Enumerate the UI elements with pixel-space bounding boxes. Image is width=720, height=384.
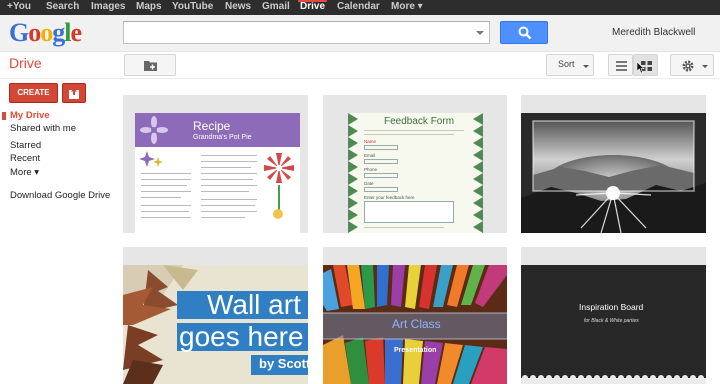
logo-letter: o (40, 18, 53, 47)
file-tile-recipe[interactable]: Recipe Grandma's Pot Pie (123, 95, 308, 233)
gbar-images[interactable]: Images (91, 1, 125, 12)
form-field-box (364, 173, 398, 178)
logo-letter: e (70, 18, 82, 47)
zigzag-border-left (348, 113, 358, 233)
nav-shared-with-me[interactable]: Shared with me (10, 123, 76, 134)
logo-letter: o (28, 18, 41, 47)
upload-icon (69, 88, 79, 99)
account-name[interactable]: Meredith Blackwell (612, 27, 695, 38)
gear-icon (682, 60, 694, 72)
inspiration-title: Inspiration Board (579, 302, 644, 312)
flower-dot (273, 209, 283, 219)
drive-toolbar: Drive Sort (0, 52, 720, 79)
settings-caret-icon (702, 65, 708, 68)
list-view-icon (616, 61, 627, 71)
thumbnail-inspiration-board: Inspiration Board for Black & White part… (521, 265, 706, 384)
zigzag-border-right (473, 113, 483, 233)
star-icon (153, 157, 163, 167)
folder-plus-icon (144, 61, 157, 71)
recipe-title: Recipe (193, 119, 231, 133)
art-class-subtitle: Presentation (394, 347, 437, 354)
art-class-title: Art Class (392, 317, 441, 331)
nav-download-google-drive[interactable]: Download Google Drive (10, 190, 110, 201)
form-field-label: Email (364, 153, 376, 158)
thumbnail-feedback-form: Feedback Form Name Email Phone Date Ente… (348, 113, 483, 233)
sunset-photo (521, 113, 706, 233)
gbar-more[interactable]: More ▾ (391, 1, 423, 12)
gbar-calendar[interactable]: Calendar (337, 1, 380, 12)
thumbnail-art-class: Art Class Presentation (323, 265, 507, 384)
form-textarea-box (364, 201, 454, 223)
search-button[interactable] (500, 21, 548, 44)
nav-recent[interactable]: Recent (10, 153, 40, 164)
nav-starred[interactable]: Starred (10, 140, 41, 151)
sort-label: Sort (558, 59, 575, 69)
active-nav-marker (2, 112, 6, 120)
form-title: Feedback Form (384, 116, 455, 127)
form-field-label: Enter your feedback here (364, 195, 415, 200)
form-field-box (364, 187, 398, 192)
file-tile-photo[interactable] (521, 95, 706, 233)
recipe-subtitle: Grandma's Pot Pie (193, 134, 252, 141)
form-field-box (364, 145, 398, 150)
logo-letter: g (52, 18, 65, 47)
google-logo[interactable]: Google (9, 18, 82, 48)
search-header: Google Meredith Blackwell (0, 15, 720, 52)
thumbnail-photo (521, 113, 706, 233)
gbar-gmail[interactable]: Gmail (262, 1, 290, 12)
search-options-caret-icon[interactable] (476, 31, 484, 35)
wall-art-line3: by Scott (259, 356, 308, 371)
gbar-youtube[interactable]: YouTube (172, 1, 213, 12)
nav-more[interactable]: More ▾ (10, 167, 39, 178)
sort-button[interactable]: Sort (546, 54, 594, 76)
gbar-maps[interactable]: Maps (136, 1, 162, 12)
file-tile-wall-art[interactable]: Wall art goes here by Scott (123, 247, 308, 384)
create-button[interactable]: CREATE (9, 83, 58, 103)
flower-icon (140, 116, 168, 144)
settings-button[interactable] (670, 54, 714, 76)
new-folder-button[interactable] (124, 54, 176, 76)
scalloped-border (521, 375, 706, 384)
file-tile-inspiration-board[interactable]: Inspiration Board for Black & White part… (521, 247, 706, 384)
nav-my-drive[interactable]: My Drive (10, 110, 50, 121)
list-view-button[interactable] (608, 54, 633, 76)
pinwheel-flower-icon (264, 153, 294, 183)
gbar-you[interactable]: +You (7, 1, 31, 12)
sort-caret-icon (583, 65, 589, 68)
thumbnail-wall-art: Wall art goes here by Scott (123, 265, 308, 384)
search-input[interactable] (123, 21, 490, 44)
wall-art-line2: goes here (179, 321, 304, 352)
logo-letter: G (9, 18, 29, 47)
gbar-drive[interactable]: Drive (297, 0, 328, 12)
gbar-news[interactable]: News (225, 1, 251, 12)
mouse-cursor-icon (637, 62, 645, 74)
form-field-label: Name (364, 139, 377, 144)
google-bar: +You Search Images Maps YouTube News Gma… (0, 0, 720, 15)
gbar-search[interactable]: Search (46, 1, 79, 12)
file-tile-feedback-form[interactable]: Feedback Form Name Email Phone Date Ente… (323, 95, 507, 233)
form-field-label: Phone (364, 167, 378, 172)
wall-art-title: Wall art (207, 289, 301, 320)
inspiration-subtitle: for Black & White parties (584, 318, 639, 324)
search-icon (518, 26, 532, 40)
app-title[interactable]: Drive (9, 55, 42, 71)
form-field-box (364, 159, 398, 164)
form-field-label: Date (364, 181, 374, 186)
thumbnail-recipe: Recipe Grandma's Pot Pie (135, 113, 300, 233)
upload-button[interactable] (62, 83, 86, 103)
file-tile-art-class[interactable]: Art Class Presentation (323, 247, 507, 384)
